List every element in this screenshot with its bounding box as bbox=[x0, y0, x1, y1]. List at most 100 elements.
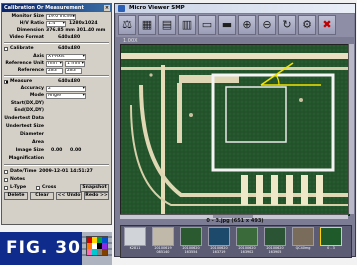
calibrate-row: Calibrate 640x480 bbox=[2, 45, 111, 52]
app-icon bbox=[118, 5, 125, 12]
measure-format-value: 640x480 bbox=[58, 79, 81, 84]
thumbnail[interactable] bbox=[124, 227, 146, 246]
monitor-size-select[interactable]: 19.0 Inches bbox=[46, 13, 76, 20]
snapshot-button[interactable]: Snapshot bbox=[80, 183, 109, 192]
area-label: Area bbox=[31, 140, 44, 145]
delete-button[interactable]: Delete bbox=[4, 192, 28, 200]
close-icon[interactable]: × bbox=[104, 5, 110, 11]
mode-select[interactable]: Angle bbox=[46, 92, 86, 99]
thumbnail-label: 20100620 163902 bbox=[238, 246, 256, 254]
thumbnail-label: 0 - 3 bbox=[327, 246, 335, 250]
reference-label: Reference bbox=[17, 68, 44, 73]
axis-label: Axis bbox=[33, 54, 44, 59]
accuracy-row: Accuracy 2 bbox=[2, 85, 111, 92]
mode-row: Mode Angle bbox=[2, 92, 111, 99]
monitor-size-label: Monitor Size bbox=[11, 14, 44, 19]
calibrate-format-value: 640x480 bbox=[58, 46, 81, 51]
calibration-titlebar: Calibration Or Measurement × bbox=[2, 4, 111, 12]
divider bbox=[4, 75, 109, 77]
reference-unit-label: Reference Unit bbox=[5, 61, 44, 66]
start-label: Start(DX,DY) bbox=[10, 101, 44, 106]
notes-row: Notes bbox=[2, 176, 111, 183]
diameter-row: Diameter bbox=[2, 131, 111, 138]
measure-label: Measure bbox=[10, 79, 33, 84]
axis-select[interactable]: XY-Axis bbox=[46, 53, 86, 60]
thumbnail-label: 20100620 163719 bbox=[210, 246, 228, 254]
zoom-in-icon[interactable]: ⊕ bbox=[238, 15, 256, 35]
reference-x-input[interactable]: 283 bbox=[46, 67, 63, 74]
divider bbox=[4, 164, 109, 166]
thumbnail[interactable] bbox=[152, 227, 174, 246]
zoom-out-icon[interactable]: ⊖ bbox=[258, 15, 276, 35]
dimension-label: Dimension bbox=[16, 28, 44, 33]
color-palette-icon bbox=[86, 236, 108, 256]
datetime-checkbox[interactable] bbox=[4, 169, 8, 174]
thumbnail[interactable] bbox=[264, 227, 286, 246]
calibrate-checkbox[interactable] bbox=[4, 46, 8, 51]
video-format-label: Video Format bbox=[9, 35, 44, 40]
delete-icon[interactable]: ▥ bbox=[178, 15, 196, 35]
end-label: End(DX,DY) bbox=[14, 108, 44, 113]
save-icon[interactable]: ▤ bbox=[158, 15, 176, 35]
thumbnail-label: QC40mg bbox=[295, 246, 311, 250]
start-row: Start(DX,DY) bbox=[2, 100, 111, 107]
thumbnail-label: 20100620 163554 bbox=[182, 246, 200, 254]
figure-label: FIG. 30 bbox=[0, 232, 82, 265]
reference-row: Reference 283 283 bbox=[2, 67, 111, 74]
print-icon[interactable]: ▭ bbox=[198, 15, 216, 35]
hv-ratio-label: H/V Ratio bbox=[19, 21, 44, 26]
reference-unit-select[interactable]: mm bbox=[46, 60, 63, 67]
measure-checkbox[interactable] bbox=[4, 79, 8, 84]
accuracy-select[interactable]: 2 bbox=[46, 85, 86, 92]
axis-row: Axis XY-Axis bbox=[2, 53, 111, 60]
thumbnail-selected[interactable] bbox=[320, 227, 342, 246]
cross-checkbox[interactable] bbox=[36, 185, 40, 190]
ltype-label: L-Type bbox=[10, 185, 27, 190]
microscope-image[interactable] bbox=[120, 44, 350, 216]
calibrate-label: Calibrate bbox=[10, 46, 34, 51]
reference-y-input[interactable]: 283 bbox=[65, 67, 82, 74]
reference-length-select[interactable]: 1 mm bbox=[65, 60, 85, 67]
micro-viewer-window: Micro Viewer SMP ⚖ ▦ ▤ ▥ ▭ ▬ ⊕ ⊖ ↻ ⚙ ✖ 1… bbox=[114, 3, 356, 258]
dimension-row: Dimension 376.85 mm 301.40 mm bbox=[2, 27, 111, 34]
settings-icon[interactable]: ⚙ bbox=[298, 15, 316, 35]
vertical-scrollbar[interactable] bbox=[348, 44, 354, 214]
measure-icon[interactable]: ⚖ bbox=[118, 15, 136, 35]
magnification-row: Magnification bbox=[2, 155, 111, 162]
undertest-data-row: Undertest Data bbox=[2, 115, 111, 122]
video-format-row: Video Format 640x480 bbox=[2, 34, 111, 41]
pcb-image bbox=[121, 45, 349, 215]
rotate-icon[interactable]: ↻ bbox=[278, 15, 296, 35]
magnification-label: Magnification bbox=[8, 156, 44, 161]
image-size-label: Image Size bbox=[15, 148, 44, 153]
thumbnail[interactable] bbox=[208, 227, 230, 246]
ltype-checkbox[interactable] bbox=[4, 185, 8, 190]
viewer-title: Micro Viewer SMP bbox=[129, 5, 185, 11]
thumbnail-label: K2811 bbox=[129, 246, 141, 250]
hv-ratio-row: H/V Ratio 1.4 1280x1024 bbox=[2, 20, 111, 27]
thumbnail-label: 20100620 163905 bbox=[266, 246, 284, 254]
undertest-size-label: Undertest Size bbox=[5, 124, 44, 129]
resolution-value: 1280x1024 bbox=[69, 21, 98, 26]
exit-icon[interactable]: ✖ bbox=[318, 15, 336, 35]
action-buttons-row: Delete Clear << Undo Redo >> bbox=[2, 192, 111, 201]
scanner-icon[interactable]: ▬ bbox=[218, 15, 236, 35]
notes-checkbox[interactable] bbox=[4, 177, 8, 182]
thumbnail[interactable] bbox=[292, 227, 314, 246]
thumbnail[interactable] bbox=[180, 227, 202, 246]
end-row: End(DX,DY) bbox=[2, 107, 111, 114]
clear-button[interactable]: Clear bbox=[30, 192, 54, 200]
notes-label: Notes bbox=[10, 177, 26, 182]
calibration-title: Calibration Or Measurement bbox=[4, 5, 84, 11]
image-size-w-value: 0.00 bbox=[51, 148, 63, 153]
open-folder-icon[interactable]: ▦ bbox=[138, 15, 156, 35]
hv-ratio-select[interactable]: 1.4 bbox=[46, 20, 66, 27]
reference-unit-row: Reference Unit mm 1 mm bbox=[2, 60, 111, 67]
viewer-titlebar: Micro Viewer SMP bbox=[115, 4, 355, 13]
image-caption: 0 - 3.jpg (651 x 493) bbox=[206, 218, 264, 224]
thumbnail[interactable] bbox=[236, 227, 258, 246]
redo-button[interactable]: Redo >> bbox=[84, 192, 109, 200]
image-size-row: Image Size 0.00 0.00 bbox=[2, 147, 111, 154]
undo-button[interactable]: << Undo bbox=[56, 192, 82, 200]
viewer-toolbar: ⚖ ▦ ▤ ▥ ▭ ▬ ⊕ ⊖ ↻ ⚙ ✖ bbox=[116, 14, 354, 37]
